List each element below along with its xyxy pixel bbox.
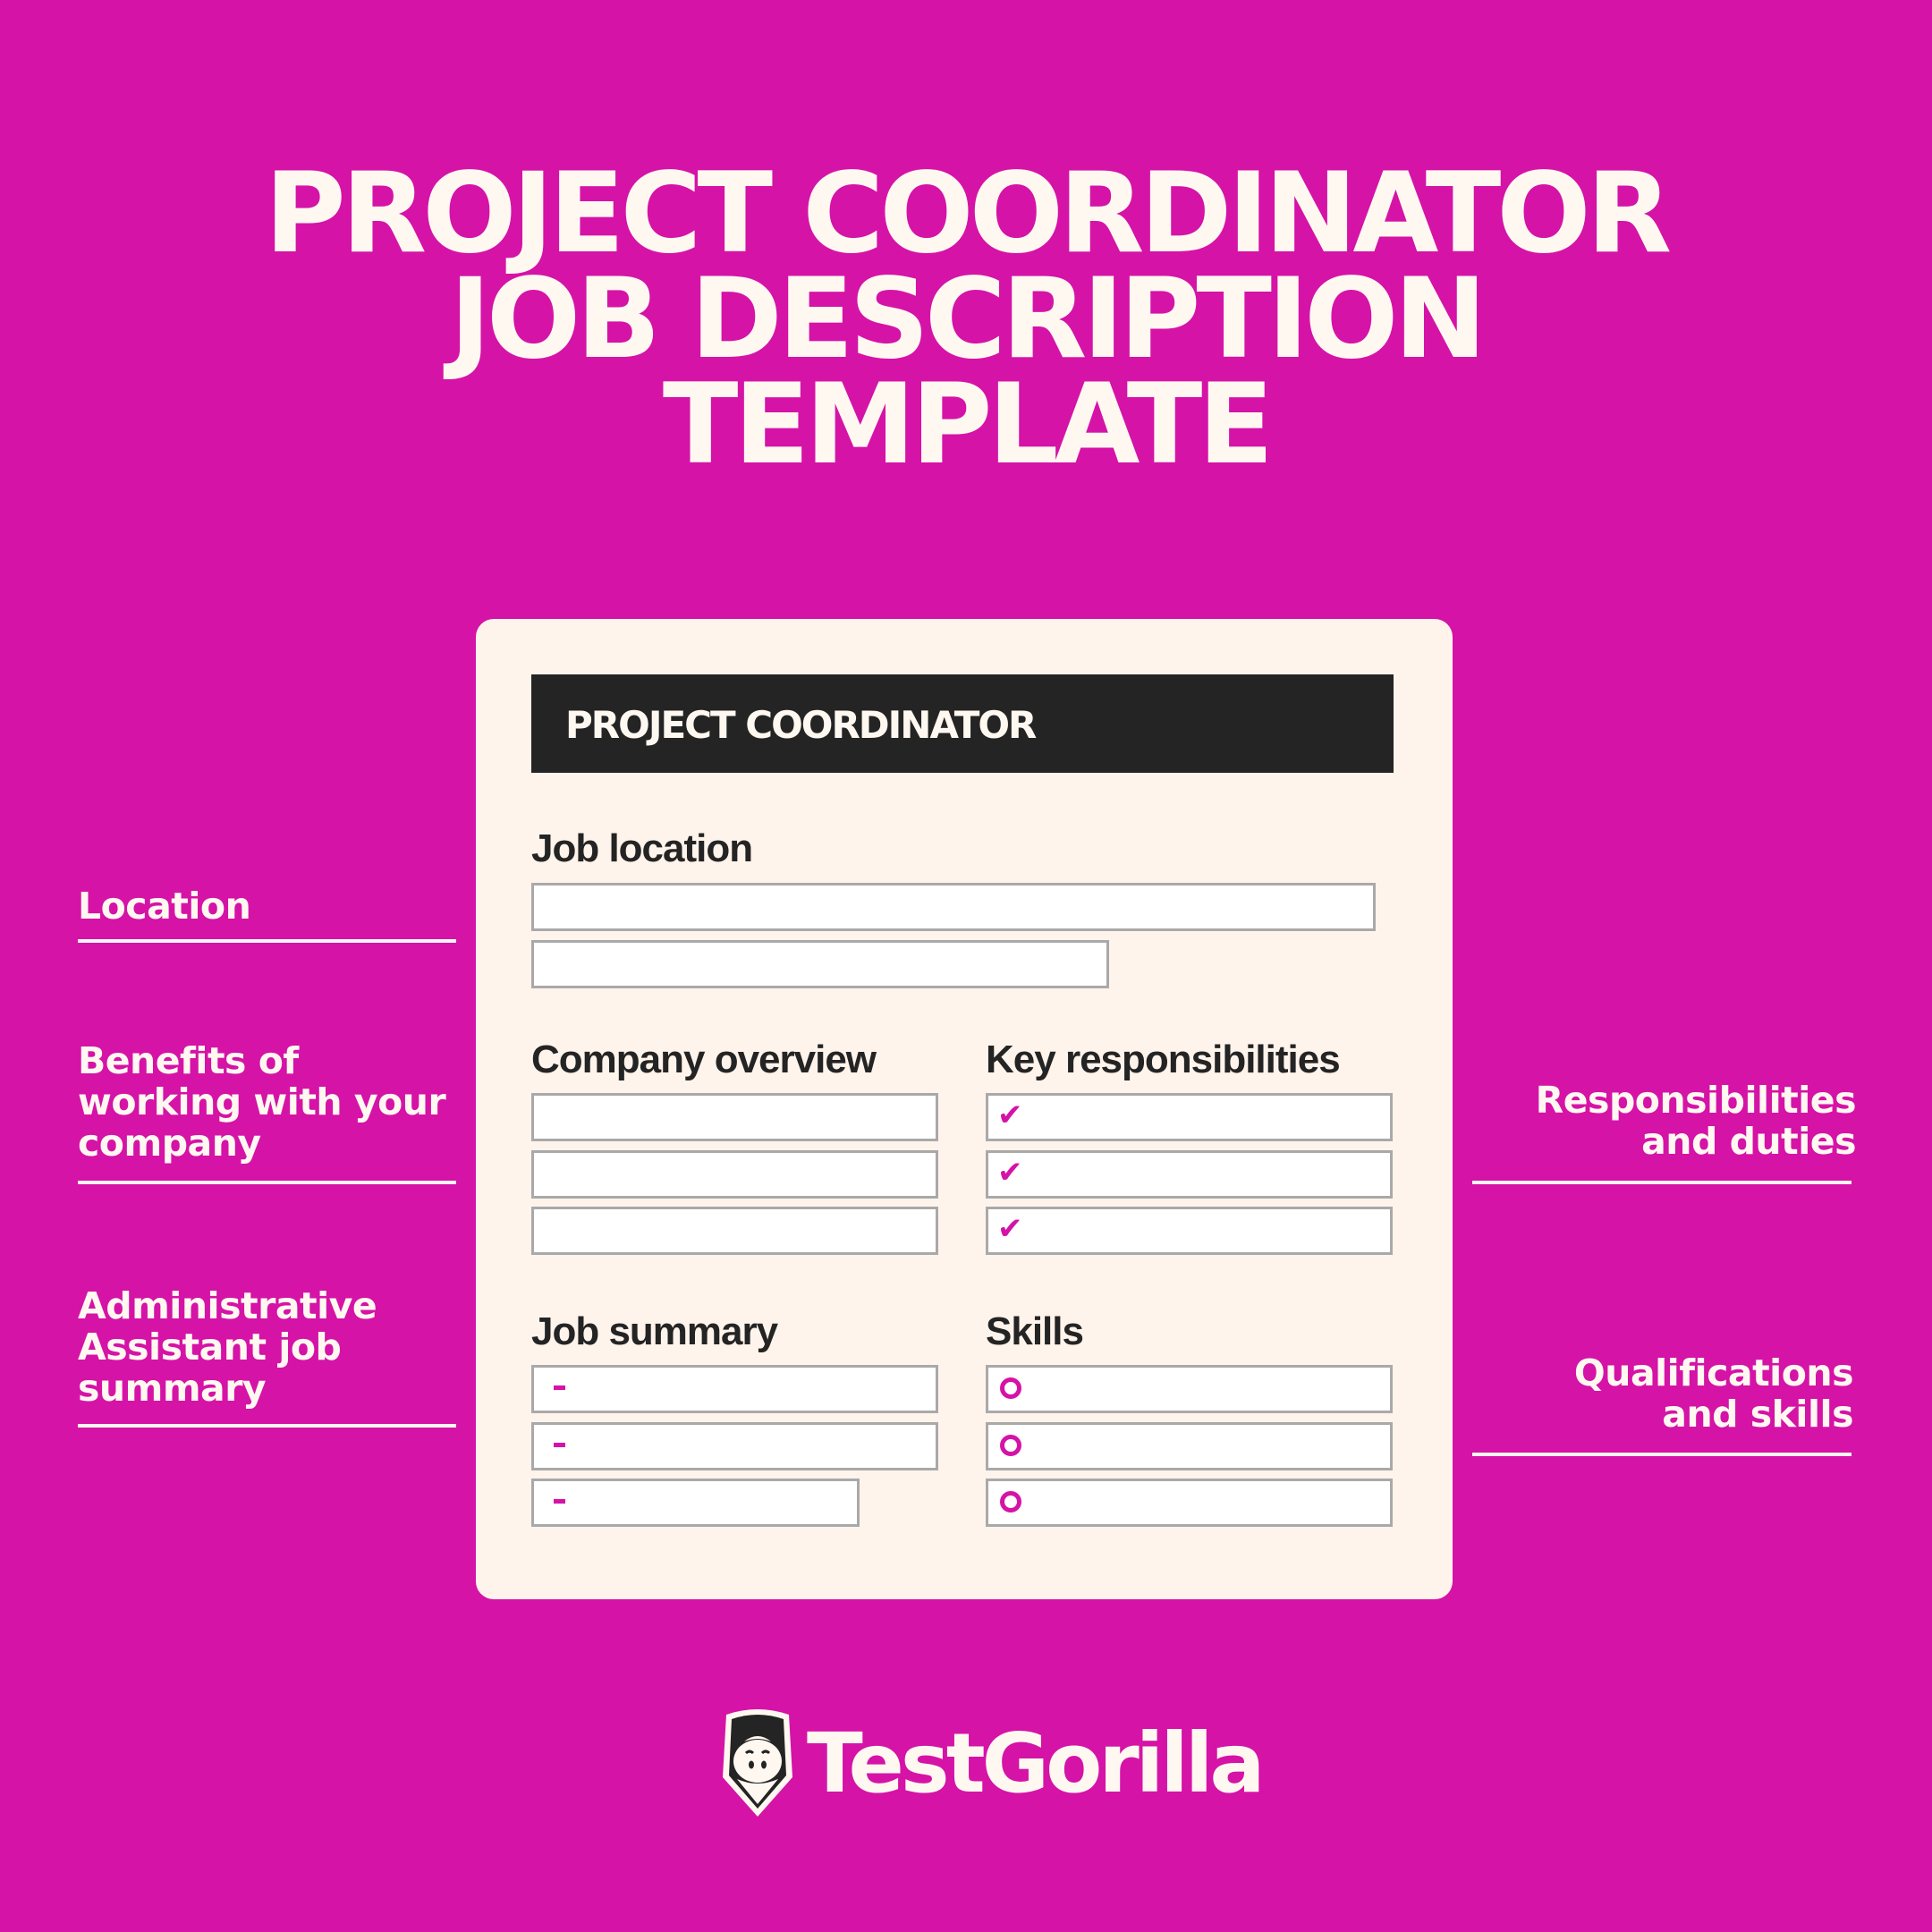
- section-label-job-location: Job location: [531, 826, 753, 870]
- annotation-benefits: Benefits of working with your company: [78, 1039, 446, 1165]
- section-label-job-summary: Job summary: [531, 1309, 778, 1353]
- annotation-responsibilities-line: Responsibilities: [1535, 1079, 1857, 1122]
- annotation-job-summary: Administrative Assistant job summary: [78, 1285, 377, 1409]
- annotation-summary-line: Administrative: [78, 1284, 377, 1327]
- annotation-divider: [1472, 1181, 1852, 1184]
- annotation-location-text: Location: [78, 885, 251, 928]
- ring-bullet-icon: [1000, 1435, 1021, 1456]
- ring-bullet-icon: [1000, 1491, 1021, 1513]
- company-overview-field[interactable]: [531, 1093, 938, 1141]
- job-summary-field[interactable]: [531, 1422, 938, 1470]
- annotation-summary-line: Assistant job: [78, 1326, 342, 1368]
- section-label-skills: Skills: [986, 1309, 1084, 1353]
- annotation-divider: [78, 1181, 456, 1184]
- title-line-2: JOB DESCRIPTION: [449, 255, 1487, 384]
- annotation-qualifications-line: and skills: [1662, 1393, 1853, 1436]
- job-location-field[interactable]: [531, 940, 1109, 988]
- responsibility-field[interactable]: ✔: [986, 1150, 1393, 1199]
- title-line-3: TEMPLATE: [662, 360, 1274, 489]
- annotation-divider: [78, 939, 456, 943]
- card-header-title: PROJECT COORDINATOR: [565, 703, 1037, 747]
- annotation-qualifications: Qualifications and skills: [1573, 1352, 1854, 1436]
- ring-bullet-icon: [1000, 1377, 1021, 1399]
- responsibility-field[interactable]: ✔: [986, 1093, 1393, 1141]
- company-overview-field[interactable]: [531, 1207, 938, 1255]
- skill-field[interactable]: [986, 1479, 1393, 1527]
- annotation-benefits-line: working with your: [78, 1080, 446, 1123]
- annotation-location: Location: [78, 885, 251, 928]
- annotation-benefits-line: Benefits of: [78, 1039, 299, 1082]
- title-line-1: PROJECT COORDINATOR: [264, 149, 1672, 278]
- annotation-responsibilities: Responsibilities and duties: [1535, 1079, 1857, 1163]
- job-description-card: PROJECT COORDINATOR Job location Company…: [476, 619, 1453, 1599]
- dash-icon: [554, 1443, 565, 1447]
- job-summary-field[interactable]: [531, 1479, 860, 1527]
- skill-field[interactable]: [986, 1365, 1393, 1413]
- annotation-qualifications-line: Qualifications: [1573, 1352, 1854, 1394]
- check-icon: ✔: [997, 1097, 1023, 1133]
- company-overview-field[interactable]: [531, 1150, 938, 1199]
- check-icon: ✔: [997, 1155, 1023, 1191]
- annotation-divider: [1472, 1453, 1852, 1456]
- annotation-summary-line: summary: [78, 1367, 267, 1410]
- card-header: PROJECT COORDINATOR: [531, 674, 1394, 773]
- section-label-company-overview: Company overview: [531, 1038, 877, 1081]
- skill-field[interactable]: [986, 1422, 1393, 1470]
- section-label-key-responsibilities: Key responsibilities: [986, 1038, 1341, 1081]
- check-icon: ✔: [997, 1211, 1023, 1247]
- page-title: PROJECT COORDINATOR JOB DESCRIPTION TEMP…: [0, 149, 1932, 489]
- annotation-benefits-line: company: [78, 1122, 261, 1165]
- job-location-field[interactable]: [531, 883, 1376, 931]
- annotation-divider: [78, 1424, 456, 1428]
- dash-icon: [554, 1499, 565, 1504]
- responsibility-field[interactable]: ✔: [986, 1207, 1393, 1255]
- brand-name: TestGorilla: [807, 1716, 1265, 1811]
- annotation-responsibilities-line: and duties: [1641, 1120, 1856, 1163]
- job-summary-field[interactable]: [531, 1365, 938, 1413]
- dash-icon: [554, 1385, 565, 1390]
- gorilla-shield-icon: [723, 1709, 792, 1817]
